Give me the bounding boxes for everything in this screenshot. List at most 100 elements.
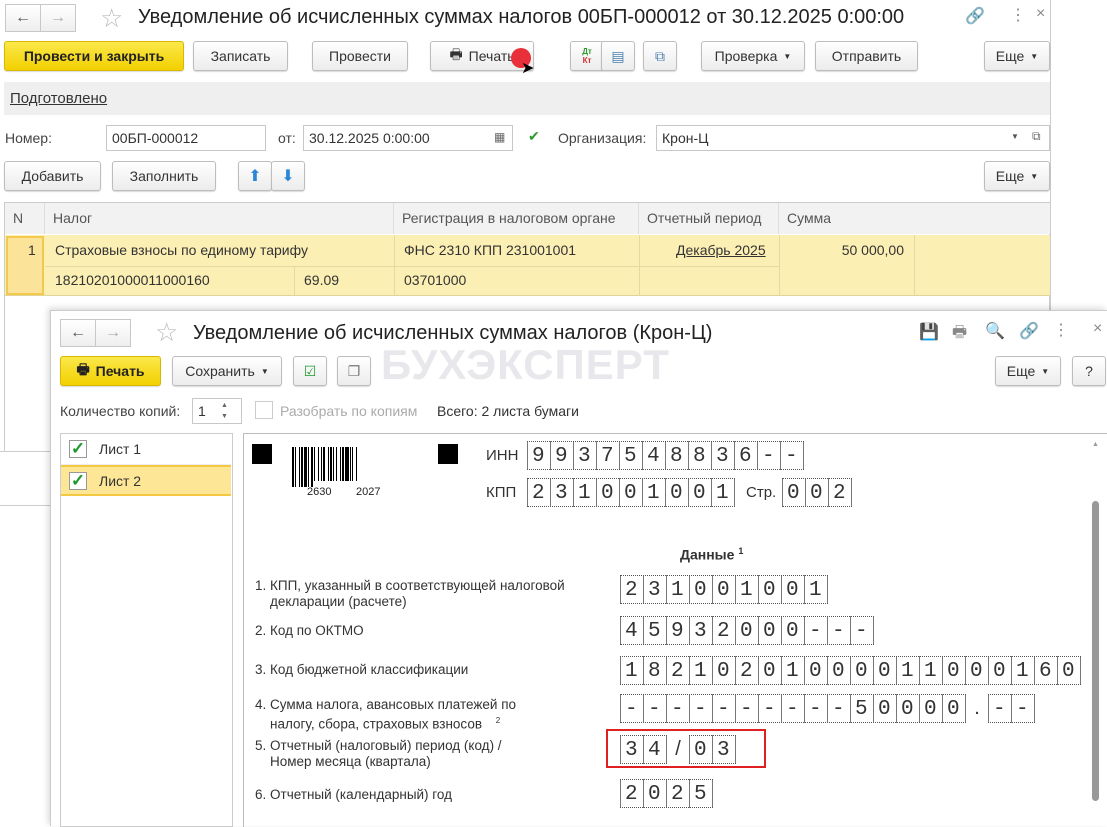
column-header-period[interactable]: Отчетный период	[639, 203, 779, 234]
field-label-6: 6. Отчетный (календарный) год	[255, 787, 452, 803]
sheet-checkbox[interactable]: ✓	[69, 471, 87, 490]
send-button[interactable]: Отправить	[815, 41, 918, 71]
copies-input[interactable]: 1	[192, 398, 242, 424]
chevron-down-icon: ▼	[1030, 51, 1039, 61]
move-up-button[interactable]: ⬆	[238, 161, 272, 191]
number-input[interactable]: 00БП-000012	[106, 125, 266, 151]
favorite-star-icon[interactable]: ☆	[155, 317, 178, 348]
barcode-bar	[330, 447, 332, 481]
save-icon[interactable]: 💾	[919, 322, 939, 342]
field-label-4: 4. Сумма налога, авансовых платежей по на…	[255, 697, 516, 733]
kpp-cells: 231001001	[527, 478, 735, 507]
barcode-bar	[345, 447, 349, 481]
sheet-item-2[interactable]: ✓ Лист 2	[61, 465, 231, 496]
more-menu-icon[interactable]: ⋮	[1053, 320, 1069, 340]
check-all-button[interactable]: ☑	[293, 356, 327, 386]
list-button[interactable]: ▤	[601, 41, 635, 71]
status-link[interactable]: Подготовлено	[10, 90, 107, 107]
sum: 50 000,00	[841, 242, 904, 258]
barcode-bar	[308, 447, 309, 487]
add-button[interactable]: Добавить	[4, 161, 101, 191]
footnote-mark: 1	[738, 546, 744, 556]
more-menu-icon[interactable]: ⋮	[1010, 5, 1026, 25]
organization-select[interactable]: Крон-Ц	[656, 125, 1050, 151]
scrollbar[interactable]	[1092, 501, 1099, 801]
back-button[interactable]: ←	[60, 319, 96, 347]
close-icon[interactable]: ×	[1036, 5, 1045, 23]
printer-icon[interactable]: 🖶	[952, 321, 967, 348]
label-line: Номер месяца (квартала)	[270, 754, 431, 769]
column-header-n[interactable]: N	[5, 203, 45, 234]
field-label-5: 5. Отчетный (налоговый) период (код) / Но…	[255, 738, 502, 770]
save-dropdown-button[interactable]: Сохранить ▼	[172, 356, 282, 386]
period-month-cells: 03	[689, 735, 736, 764]
link-icon[interactable]: 🔗	[965, 6, 985, 26]
label-line: 1. КПП, указанный в соответствующей нало…	[255, 578, 565, 593]
period-field: 34 / 03	[620, 735, 736, 764]
print-button[interactable]: 🖶 Печать	[60, 356, 161, 386]
account-code: 69.09	[304, 272, 340, 288]
data-heading-text: Данные	[680, 546, 735, 563]
copies-label: Количество копий:	[60, 403, 181, 419]
move-down-button[interactable]: ⬇	[271, 161, 305, 191]
sheet-checkbox[interactable]: ✓	[69, 440, 87, 458]
total-sheets: Всего: 2 листа бумаги	[437, 403, 579, 419]
fill-button[interactable]: Заполнить	[112, 161, 216, 191]
column-header-sum[interactable]: Сумма	[779, 203, 1050, 234]
more-button[interactable]: Еще ▼	[995, 356, 1061, 386]
preview-icon[interactable]: 🔍	[985, 321, 1005, 341]
check-dropdown-button[interactable]: Проверка ▼	[701, 41, 805, 71]
chevron-down-icon[interactable]: ▼	[1011, 132, 1019, 141]
label-line: 4. Сумма налога, авансовых платежей по	[255, 697, 517, 712]
favorite-star-icon[interactable]: ☆	[100, 3, 123, 34]
post-and-close-button[interactable]: Провести и закрыть	[4, 41, 184, 71]
checkbox-icon: ☑	[303, 362, 317, 379]
copies-stepper[interactable]: ▲ ▼	[221, 400, 228, 422]
label-line: налогу, сбора, страховых взносов 2	[255, 713, 516, 733]
barcode-bar	[299, 447, 300, 487]
inn-cells: 9937548836--	[527, 441, 804, 470]
field-label-2: 2. Код по ОКТМО	[255, 623, 364, 639]
table-more-button[interactable]: Еще ▼	[984, 161, 1050, 191]
sheet-label: Лист 1	[99, 441, 142, 457]
date-input[interactable]: 30.12.2025 0:00:00	[303, 125, 513, 151]
col-divider	[394, 235, 395, 296]
col-divider	[294, 266, 295, 296]
label-line: 3. Код бюджетной классификации	[255, 662, 469, 677]
close-icon[interactable]: ×	[1093, 320, 1102, 338]
dt-kt-button[interactable]: Дт Кт	[570, 41, 604, 71]
label-text: налогу, сбора, страховых взносов	[270, 716, 483, 732]
page-cells: 002	[782, 478, 852, 507]
open-icon[interactable]: ⧉	[1032, 129, 1041, 144]
column-header-tax[interactable]: Налог	[45, 203, 394, 234]
kt-icon: Кт	[582, 56, 592, 65]
more-label: Еще	[1006, 363, 1036, 379]
check-label: Проверка	[714, 48, 778, 64]
forward-button[interactable]: →	[40, 4, 76, 32]
oktmo: 03701000	[404, 272, 467, 288]
barcode-bar	[323, 447, 325, 481]
sheet-item-1[interactable]: ✓ Лист 1	[61, 434, 231, 465]
calendar-icon[interactable]: ▦	[494, 130, 505, 144]
more-label: Еще	[995, 168, 1025, 184]
forward-button[interactable]: →	[95, 319, 131, 347]
scroll-up-icon[interactable]: ▲	[1092, 441, 1099, 448]
back-button[interactable]: ←	[5, 4, 41, 32]
copies-button[interactable]: ❐	[337, 356, 371, 386]
barcode-bar	[356, 447, 357, 481]
link-icon[interactable]: 🔗	[1019, 321, 1039, 341]
marker-right	[438, 444, 458, 464]
save-button[interactable]: Записать	[193, 41, 288, 71]
more-button[interactable]: Еще ▼	[984, 41, 1050, 71]
collate-checkbox[interactable]	[255, 401, 273, 419]
print-preview-window: ← → ☆ Уведомление об исчисленных суммах …	[50, 310, 1107, 827]
inn-label: ИНН	[486, 447, 519, 464]
barcode-bar	[333, 447, 334, 481]
row-number: 1	[28, 242, 36, 258]
help-button[interactable]: ?	[1072, 356, 1106, 386]
post-button[interactable]: Провести	[312, 41, 408, 71]
period-link[interactable]: Декабрь 2025	[668, 236, 774, 264]
structure-button[interactable]: ⧉	[643, 41, 677, 71]
column-header-registration[interactable]: Регистрация в налоговом органе	[394, 203, 639, 234]
label-line: 2. Код по ОКТМО	[255, 623, 364, 638]
